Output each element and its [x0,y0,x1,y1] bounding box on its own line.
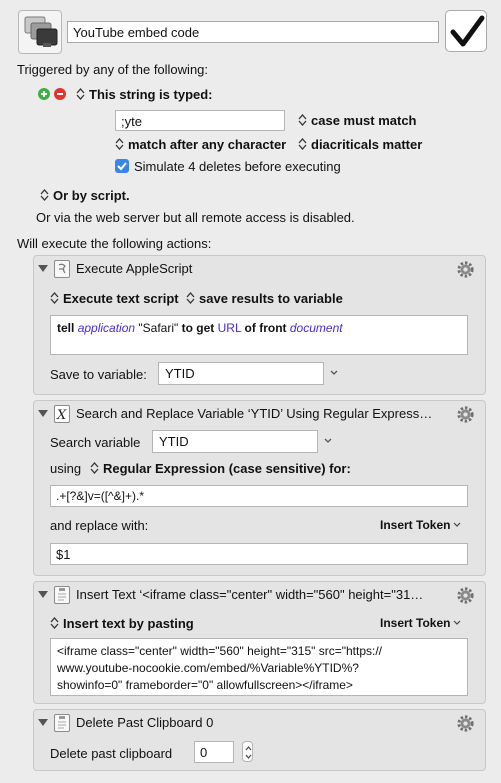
regex-pattern-field[interactable]: .+[?&]v=([^&]+).* [50,485,468,507]
result-mode-label: save results to variable [199,291,343,306]
action-search-replace[interactable]: X Search and Replace Variable ‘YTID’ Usi… [33,400,486,576]
diacritics-option-popup[interactable]: diacriticals matter [298,137,422,152]
case-option-popup[interactable]: case must match [298,113,417,128]
action-title: Delete Past Clipboard 0 [76,715,214,730]
gear-icon[interactable] [456,260,475,279]
insert-text-line: www.youtube-nocookie.com/embed/%Variable… [57,661,359,675]
insert-token-label: Insert Token [380,616,451,630]
insert-token-label: Insert Token [380,518,451,532]
delete-past-clipboard-label: Delete past clipboard [50,746,173,761]
minus-icon [57,93,63,95]
updown-arrows-icon [76,88,85,100]
action-title: Insert Text ‘<iframe class="center" widt… [76,587,424,602]
disclosure-triangle-icon[interactable] [38,591,48,598]
clipboard-index-field[interactable]: 0 [194,741,234,763]
match-option-label: match after any character [128,137,287,152]
chevron-down-icon[interactable] [322,437,334,445]
updown-arrows-icon [50,617,59,629]
replace-with-label: and replace with: [50,518,149,533]
simulate-deletes-label: Simulate 4 deletes before executing [134,159,341,174]
disclosure-triangle-icon[interactable] [38,265,48,272]
updown-arrows-icon [40,189,49,201]
action-header: Insert Text ‘<iframe class="center" widt… [34,582,485,608]
regex-mode-label: Regular Expression (case sensitive) for: [103,461,351,476]
script-trigger-popup[interactable]: Or by script. [40,188,130,203]
search-variable-label: Search variable [50,435,141,450]
clipboard-index-stepper[interactable] [242,741,253,762]
applescript-editor[interactable]: tell application "Safari" to get URL of … [50,315,468,355]
insert-mode-popup[interactable]: Insert text by pasting [50,616,194,631]
disclosure-triangle-icon[interactable] [38,719,48,726]
chevron-down-icon [454,522,461,527]
updown-arrows-icon [115,138,124,150]
stepper-arrows-icon [245,746,252,759]
action-title: Search and Replace Variable ‘YTID’ Using… [76,406,433,421]
svg-text:X: X [56,408,67,422]
updown-arrows-icon [298,114,307,126]
updown-arrows-icon [298,138,307,150]
web-server-note: Or via the web server but all remote acc… [36,210,355,225]
action-delete-past-clipboard[interactable]: Delete Past Clipboard 0 Delete past clip… [33,709,486,771]
action-header: Execute AppleScript [34,256,485,282]
plus-icon [41,91,47,97]
gear-icon[interactable] [456,405,475,424]
add-trigger-button[interactable] [38,88,50,100]
replacement-field[interactable]: $1 [50,543,468,565]
insert-text-line: showinfo=0" frameborder="0" allowfullscr… [57,678,353,692]
trigger-type-label: This string is typed: [89,87,213,102]
macro-enabled-checkbox[interactable] [445,10,487,52]
insert-mode-label: Insert text by pasting [63,616,194,631]
variable-x-icon: X [54,405,70,423]
chevron-down-icon[interactable] [328,369,340,377]
updown-arrows-icon [50,292,59,304]
script-mode-popup[interactable]: Execute text script [50,291,179,306]
insert-token-menu[interactable]: Insert Token [380,616,461,630]
insert-text-line: <iframe class="center" width="560" heigh… [57,644,382,658]
checkmark-icon [450,15,485,47]
action-title: Execute AppleScript [76,261,193,276]
save-variable-field[interactable]: YTID [158,362,324,385]
disclosure-triangle-icon[interactable] [38,410,48,417]
trigger-type-popup[interactable]: This string is typed: [76,87,213,102]
checkmark-icon [117,162,127,171]
script-trigger-label: Or by script. [53,188,130,203]
simulate-deletes-checkbox[interactable] [115,159,129,173]
updown-arrows-icon [186,292,195,304]
gear-icon[interactable] [456,714,475,733]
gear-icon[interactable] [456,586,475,605]
macro-name-field[interactable]: YouTube embed code [67,21,439,43]
triggers-heading: Triggered by any of the following: [17,62,209,77]
action-execute-applescript[interactable]: Execute AppleScript Execute text script … [33,255,486,395]
save-to-variable-label: Save to variable: [50,367,147,382]
remove-trigger-button[interactable] [54,88,66,100]
insert-token-menu[interactable]: Insert Token [380,518,461,532]
applescript-icon [54,260,70,278]
clipboard-icon [54,714,70,732]
using-label: using [50,461,82,476]
search-variable-field[interactable]: YTID [152,430,318,453]
typed-string-field[interactable]: ;yte [115,110,285,131]
action-insert-text[interactable]: Insert Text ‘<iframe class="center" widt… [33,581,486,704]
diacritics-option-label: diacriticals matter [311,137,423,152]
insert-text-editor[interactable]: <iframe class="center" width="560" heigh… [50,638,468,696]
script-mode-label: Execute text script [63,291,179,306]
regex-mode-popup[interactable]: Regular Expression (case sensitive) for: [90,461,351,476]
result-mode-popup[interactable]: save results to variable [186,291,343,306]
actions-heading: Will execute the following actions: [17,236,212,251]
action-header: X Search and Replace Variable ‘YTID’ Usi… [34,401,485,427]
clipboard-icon [54,586,70,604]
case-option-label: case must match [311,113,417,128]
match-option-popup[interactable]: match after any character [115,137,286,152]
updown-arrows-icon [90,462,99,474]
macro-icon[interactable] [18,10,62,54]
chevron-down-icon [454,620,461,625]
action-header: Delete Past Clipboard 0 [34,710,485,736]
